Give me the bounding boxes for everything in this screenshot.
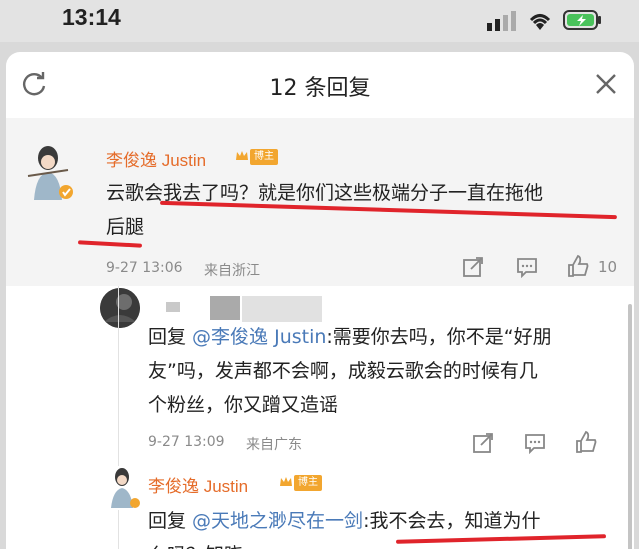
like-icon[interactable] bbox=[566, 254, 590, 278]
author-badge: 博主 bbox=[294, 475, 322, 491]
comment-icon[interactable] bbox=[524, 432, 546, 454]
blurred-username bbox=[210, 296, 240, 320]
reply-time: 9-27 13:09 bbox=[148, 434, 225, 450]
share-icon[interactable] bbox=[472, 432, 494, 454]
battery-icon bbox=[563, 10, 601, 30]
replies-sheet: 12 条回复 李俊逸 Justin 博主 云歌会我去了吗？就是你们这些极端分子一… bbox=[6, 52, 634, 549]
crown-icon bbox=[236, 151, 248, 160]
signal-icon bbox=[487, 11, 516, 31]
reply-line: 个粉丝，你又蹭又造谣 bbox=[148, 394, 339, 416]
avatar[interactable] bbox=[102, 466, 142, 510]
share-icon[interactable] bbox=[462, 256, 484, 278]
mention-link[interactable]: @李俊逸 Justin bbox=[192, 326, 326, 348]
main-comment: 李俊逸 Justin 博主 云歌会我去了吗？就是你们这些极端分子一直在拖他 后腿… bbox=[6, 118, 634, 286]
reply-prefix: 回复 bbox=[148, 510, 193, 532]
username[interactable]: 李俊逸 Justin bbox=[148, 472, 248, 497]
comment-location: 来自浙江 bbox=[204, 263, 260, 279]
avatar-image bbox=[27, 146, 73, 200]
reply-line-text: :我不会去，知道为什 bbox=[363, 510, 541, 532]
like-count: 10 bbox=[598, 258, 618, 276]
reply-prefix: 回复 bbox=[148, 326, 193, 348]
reply-line: 回复 @李俊逸 Justin:需要你去吗，你不是“好朋 bbox=[148, 320, 628, 354]
reply-line: 回复 @天地之渺尽在一剑:我不会去，知道为什 bbox=[148, 504, 628, 538]
crown-icon bbox=[280, 477, 292, 486]
status-time: 13:14 bbox=[62, 4, 121, 30]
reply-line: 么吗？知晓 bbox=[148, 538, 628, 549]
scrollbar[interactable] bbox=[628, 304, 632, 549]
avatar-image bbox=[100, 288, 140, 328]
status-icons bbox=[487, 9, 603, 31]
blurred-username bbox=[166, 302, 180, 312]
mention-link[interactable]: @天地之渺尽在一剑 bbox=[192, 510, 363, 532]
sheet-header: 12 条回复 bbox=[6, 52, 634, 119]
close-icon[interactable] bbox=[594, 72, 618, 96]
reply-text: 回复 @天地之渺尽在一剑:我不会去，知道为什 么吗？知晓 bbox=[148, 504, 628, 549]
reply-text: 回复 @李俊逸 Justin:需要你去吗，你不是“好朋 友”吗，发声都不会啊，成… bbox=[148, 320, 628, 422]
page-title: 12 条回复 bbox=[269, 76, 371, 101]
reply-location: 来自广东 bbox=[246, 437, 302, 453]
avatar-image bbox=[111, 468, 140, 508]
reply-line: 友”吗，发声都不会啊，成毅云歌会的时候有几 bbox=[148, 360, 538, 382]
blurred-username bbox=[242, 296, 322, 322]
username[interactable]: 李俊逸 Justin bbox=[106, 146, 206, 171]
like-icon[interactable] bbox=[574, 430, 598, 454]
avatar[interactable] bbox=[100, 288, 140, 328]
status-bar: 13:14 bbox=[0, 0, 639, 42]
author-badge: 博主 bbox=[250, 149, 278, 165]
avatar[interactable] bbox=[22, 142, 74, 202]
comment-icon[interactable] bbox=[516, 256, 538, 278]
reply-line-text: :需要你去吗，你不是“好朋 bbox=[326, 326, 552, 348]
wifi-icon bbox=[529, 14, 551, 30]
comment-time: 9-27 13:06 bbox=[106, 260, 183, 276]
